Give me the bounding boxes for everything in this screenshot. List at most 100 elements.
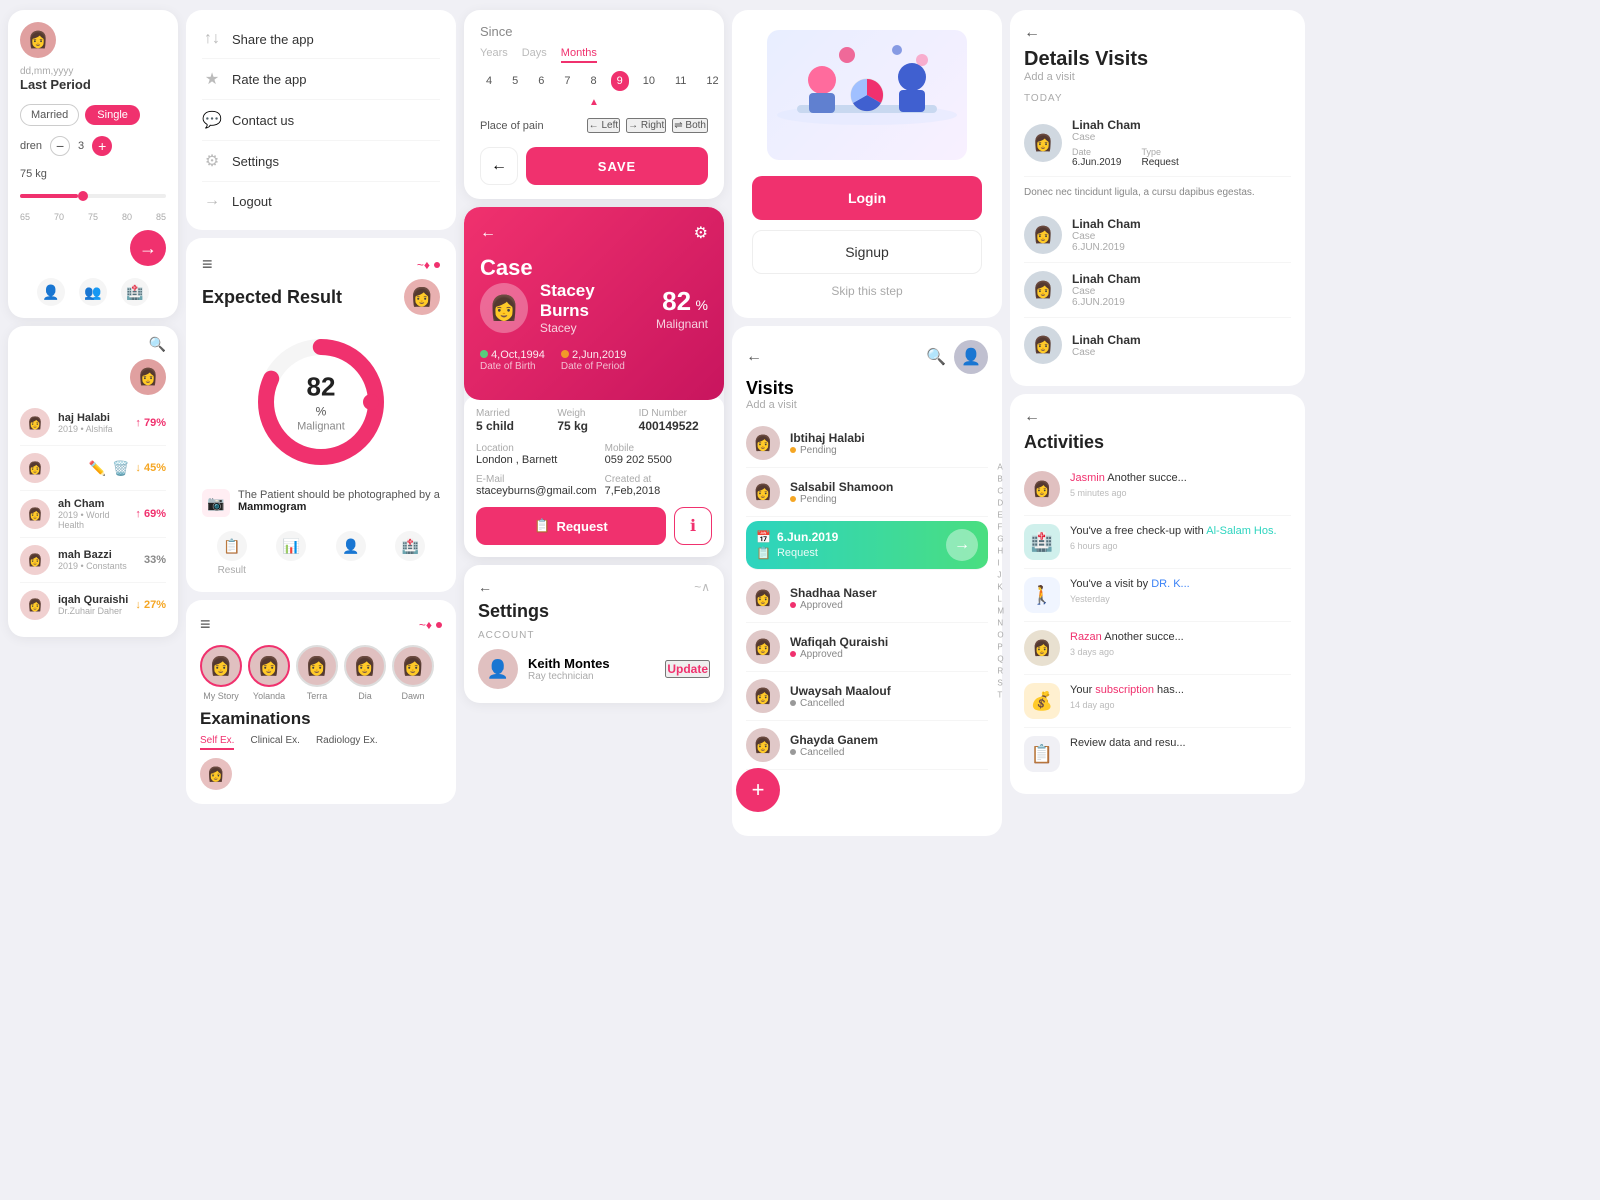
pain-label: Place of pain [480,120,544,132]
activity-highlight-5: subscription [1095,684,1154,696]
rate-menu-item[interactable]: ★ Rate the app [202,59,440,100]
month-6[interactable]: 6 [532,71,550,91]
activity-text-2: You've a free check-up with Al-Salam Hos… [1070,524,1291,551]
settings-back-icon[interactable]: ← [478,579,492,595]
visit-row-2[interactable]: 👩 Salsabil Shamoon Pending [746,468,988,517]
result-tab-hospital[interactable]: 🏥 [395,531,425,576]
contact-menu-item[interactable]: 💬 Contact us [202,100,440,141]
case-back-icon[interactable]: ← [480,224,496,242]
visit-row-7[interactable]: 👩 Ghayda Ganem Cancelled [746,721,988,770]
save-btn[interactable]: SAVE [526,147,708,185]
edit-icon[interactable]: ✏️ [89,460,106,477]
result-tab-result[interactable]: 📋 Result [217,531,247,576]
detail-visit-2[interactable]: 👩 Linah Cham Case 6.JUN.2019 [1024,208,1291,263]
decrement-btn[interactable]: − [50,136,70,156]
story-avatars: 👩 My Story 👩 Yolanda 👩 Terra 👩 Dia 👩 Daw… [200,645,442,701]
login-btn[interactable]: Login [752,176,982,220]
visit-item-5[interactable]: 👩 iqah Quraishi Dr.Zuhair Daher ↓ 27% [20,583,166,627]
exam-types: Self Ex. Clinical Ex. Radiology Ex. [200,735,442,750]
add-visit-fab[interactable]: + [736,768,780,812]
story-my-story[interactable]: 👩 My Story [200,645,242,701]
dob-dot [480,350,488,358]
detail-visit-1[interactable]: 👩 Linah Cham Case Date 6.Jun.2019 Type R… [1024,110,1291,177]
skip-link[interactable]: Skip this step [752,284,982,298]
children-value: 5 child [476,419,549,433]
visit-row-4[interactable]: 👩 Shadhaa Naser Approved [746,574,988,623]
month-7[interactable]: 7 [558,71,576,91]
note-row: 📷 The Patient should be photographed by … [202,489,440,517]
visit-name-4: mah Bazzi [58,549,144,561]
exam-radiology[interactable]: Radiology Ex. [316,735,378,750]
increment-btn[interactable]: + [92,136,112,156]
case-location: Location London , Barnett [476,443,597,466]
terra-label: Terra [307,691,328,701]
settings-menu-item[interactable]: ⚙ Settings [202,141,440,182]
back-btn[interactable]: ← [480,147,518,185]
next-btn[interactable]: → [130,230,166,266]
detail-visit-4[interactable]: 👩 Linah Cham Case [1024,318,1291,372]
visit-item-1[interactable]: 👩 haj Halabi 2019 • Alshifa ↑ 79% [20,401,166,446]
hamburger-icon[interactable]: ≡ [202,254,213,275]
month-9[interactable]: 9 [611,71,629,91]
result-tab-2[interactable]: 📊 [276,531,306,576]
visit-row-active[interactable]: 📅 6.Jun.2019 📋 Request → [746,521,988,570]
exam-hamburger-icon[interactable]: ≡ [200,614,211,635]
note-text: The Patient should be photographed by a … [238,489,440,513]
married-btn[interactable]: Married [20,104,79,126]
single-btn[interactable]: Single [85,105,140,125]
month-4[interactable]: 4 [480,71,498,91]
story-terra[interactable]: 👩 Terra [296,645,338,701]
visit-info-4: mah Bazzi 2019 • Constants [58,549,144,571]
both-btn[interactable]: ⇌ Both [672,118,708,133]
days-tab[interactable]: Days [522,47,547,63]
month-5[interactable]: 5 [506,71,524,91]
my-story-avatar: 👩 [200,645,242,687]
details-back-icon[interactable]: ← [1024,24,1291,42]
detail-info-2: Linah Cham Case 6.JUN.2019 [1072,217,1291,253]
email-value: staceyburns@gmail.com [476,485,597,497]
slider-fill [20,194,78,198]
active-visit-arrow[interactable]: → [946,529,978,561]
visit-info-1: haj Halabi 2019 • Alshifa [58,412,135,434]
search-icon[interactable]: 🔍 [149,336,166,353]
location-value: London , Barnett [476,454,597,466]
month-11[interactable]: 11 [669,71,692,91]
visit-row-5[interactable]: 👩 Wafiqah Quraishi Approved [746,623,988,672]
exam-self[interactable]: Self Ex. [200,735,234,750]
signup-btn[interactable]: Signup [752,230,982,274]
visit-item-3[interactable]: 👩 ah Cham 2019 • World Health ↑ 69% [20,491,166,538]
visits-back-icon[interactable]: ← [746,348,762,366]
share-menu-item[interactable]: ↑↓ Share the app [202,20,440,59]
visit-item-2[interactable]: 👩 ✏️ 🗑️ ↓ 45% [20,446,166,491]
month-10[interactable]: 10 [637,71,661,91]
exam-clinical[interactable]: Clinical Ex. [250,735,299,750]
visit-row-1[interactable]: 👩 Ibtihaj Halabi Pending [746,419,988,468]
result-tab-person[interactable]: 👤 [336,531,366,576]
month-12[interactable]: 12 [700,71,724,91]
activities-back-icon[interactable]: ← [1024,408,1291,426]
months-tab[interactable]: Months [561,47,597,63]
delete-icon[interactable]: 🗑️ [112,460,129,477]
date-meta-value: 6.Jun.2019 [1072,157,1122,168]
pain-row: Place of pain ← Left → Right ⇌ Both [480,118,708,133]
story-dia[interactable]: 👩 Dia [344,645,386,701]
left-btn[interactable]: ← Left [587,118,620,133]
visit-item-4[interactable]: 👩 mah Bazzi 2019 • Constants 33% [20,538,166,583]
update-btn[interactable]: Update [665,660,710,678]
visit-row-6[interactable]: 👩 Uwaysah Maalouf Cancelled [746,672,988,721]
month-8[interactable]: 8 [585,71,603,91]
weight-slider[interactable] [20,194,166,198]
story-dawn[interactable]: 👩 Dawn [392,645,434,701]
request-btn[interactable]: 📋 Request [476,507,666,545]
logout-menu-item[interactable]: → Logout [202,182,440,220]
detail-visit-3[interactable]: 👩 Linah Cham Case 6.JUN.2019 [1024,263,1291,318]
visits-search-icon[interactable]: 🔍 [926,347,946,367]
visit-list: 🔍 👩 👩 haj Halabi 2019 • Alshifa ↑ 79% 👩 … [8,326,178,637]
expected-header: ≡ ~♦ [202,254,440,275]
years-tab[interactable]: Years [480,47,508,63]
col-menu: ↑↓ Share the app ★ Rate the app 💬 Contac… [186,10,456,1190]
info-btn[interactable]: ℹ [674,507,712,545]
story-yolanda[interactable]: 👩 Yolanda [248,645,290,701]
case-gear-icon[interactable]: ⚙ [694,223,708,243]
right-btn[interactable]: → Right [626,118,666,133]
